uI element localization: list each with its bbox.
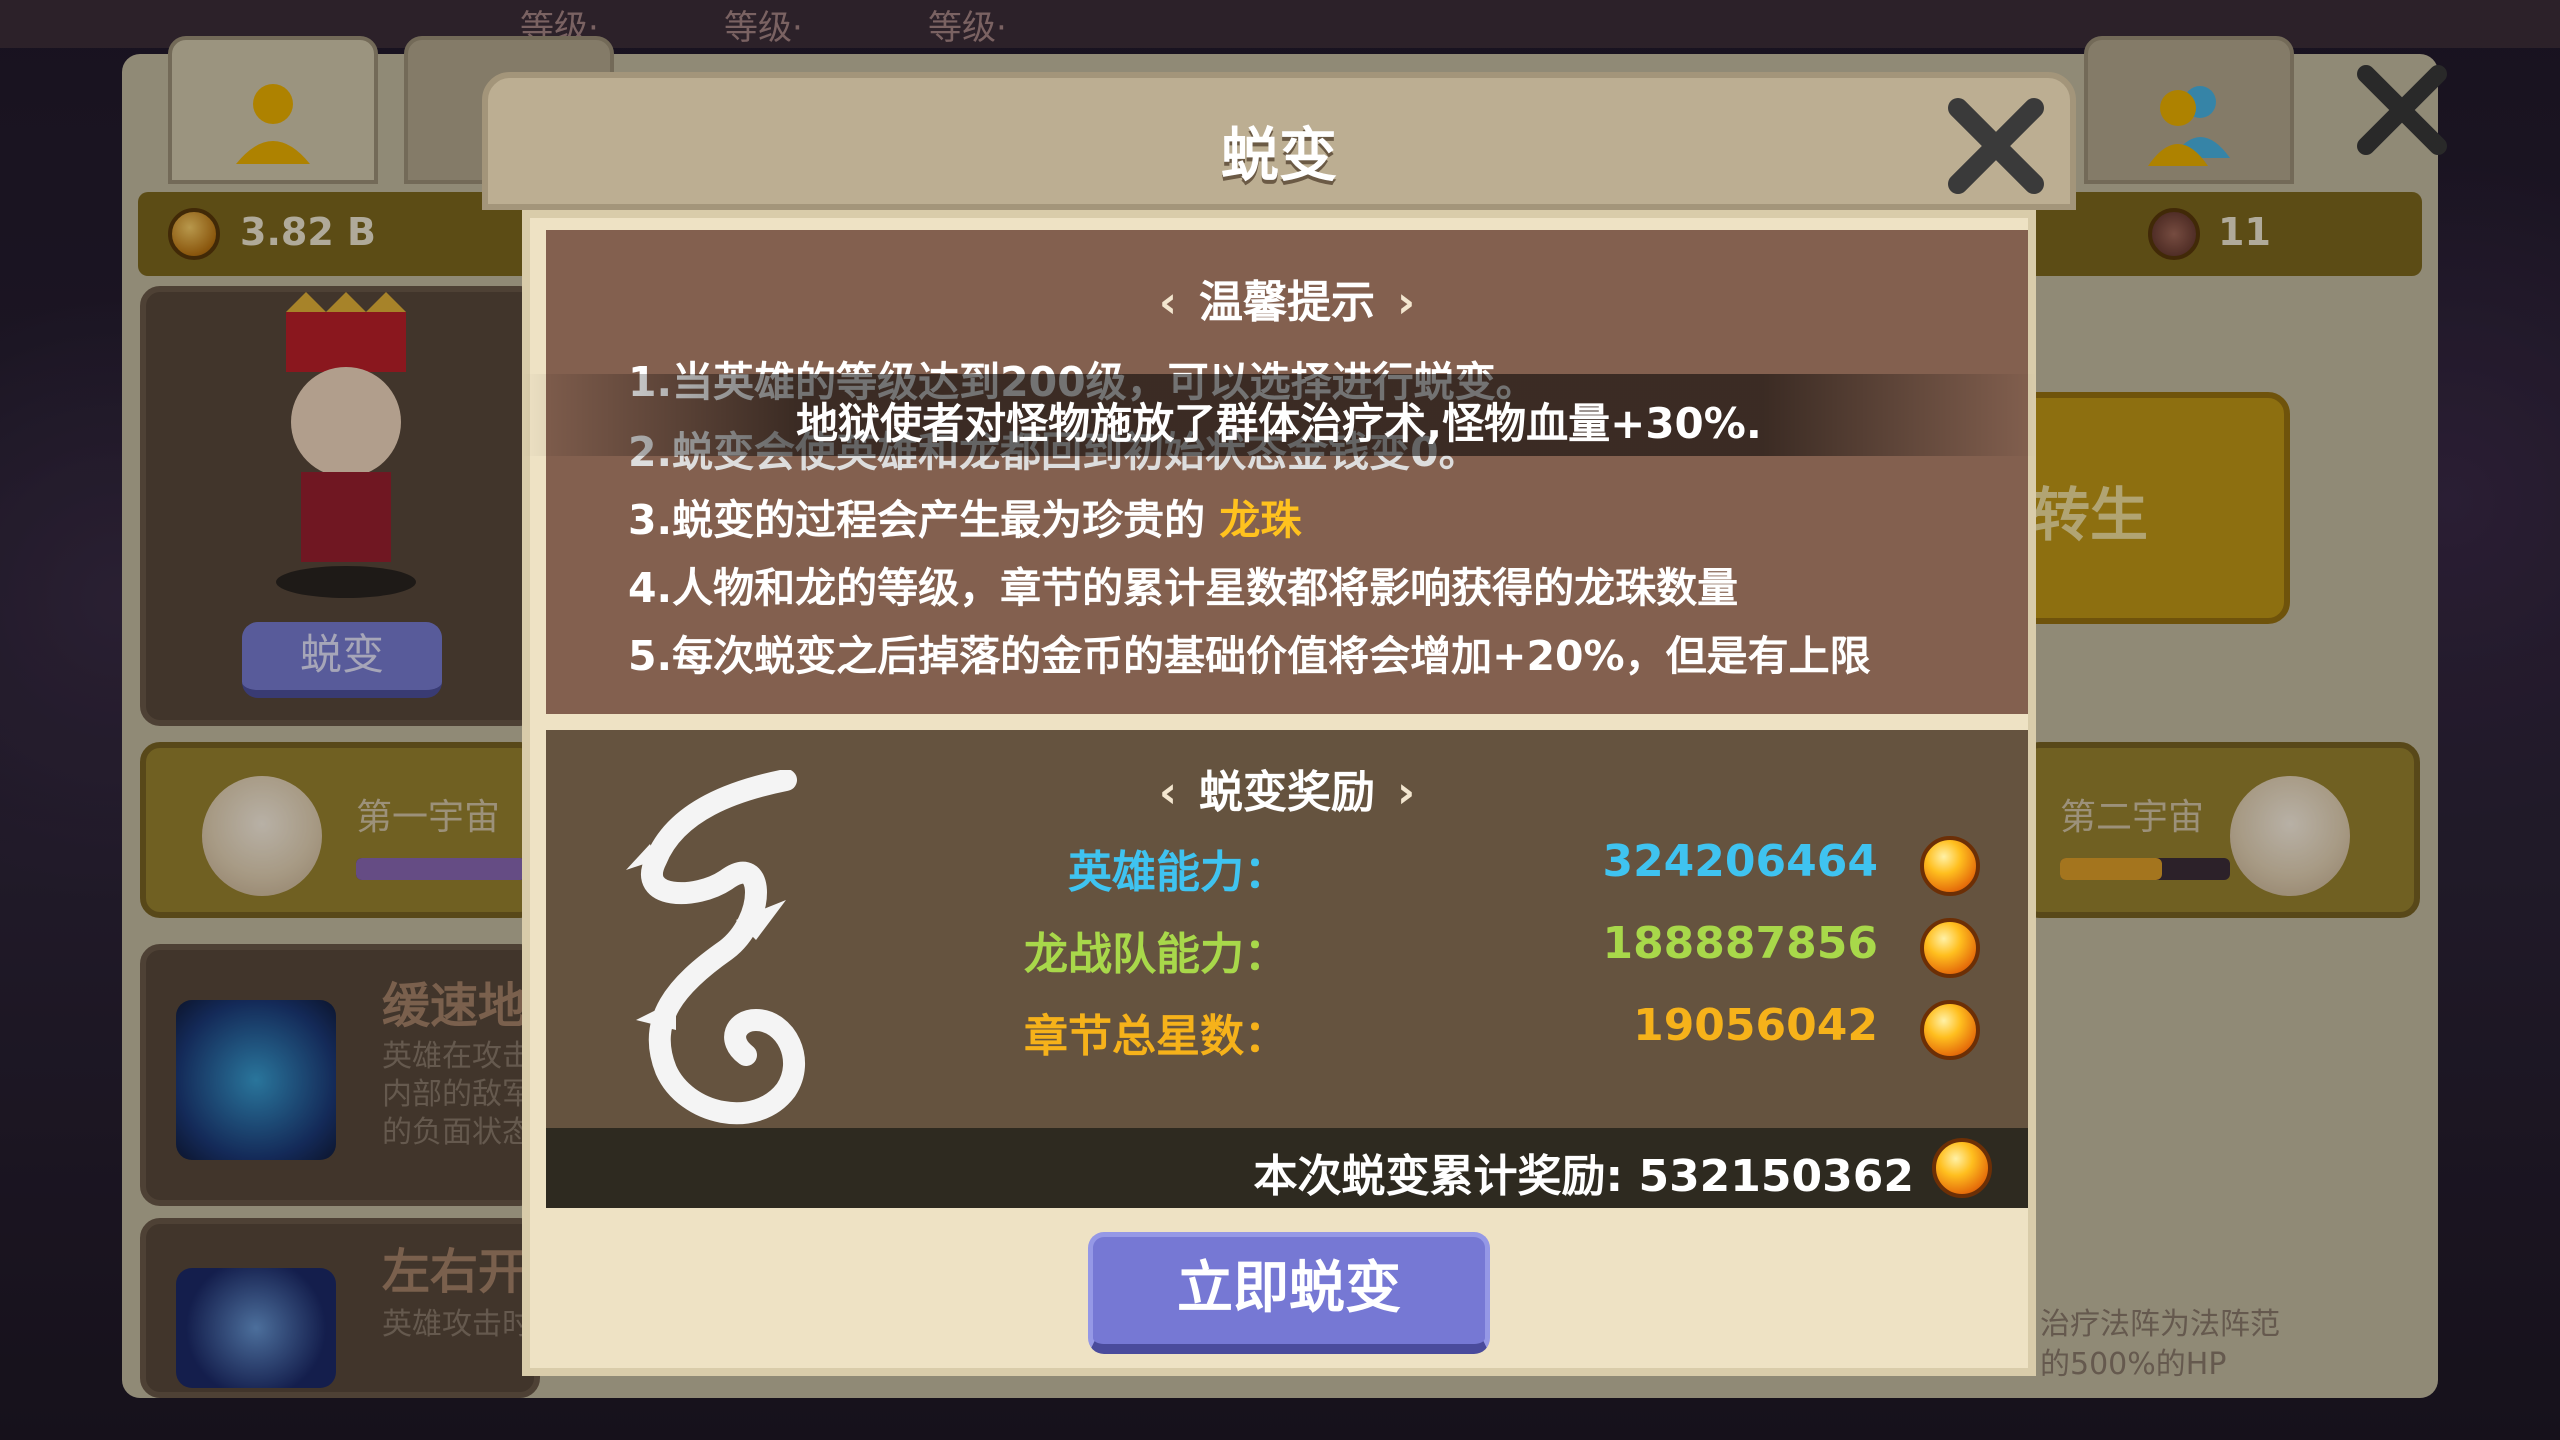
reward-row-hero: 英雄能力： 324206464 <box>546 836 2028 906</box>
reward-label: 章节总星数： <box>1024 1011 1288 1062</box>
rewards-heading-label: 蜕变奖励 <box>1199 767 1375 818</box>
dragon-ball-highlight: 龙珠 <box>1219 496 1302 544</box>
reward-value: 19056042 <box>1633 1000 1878 1051</box>
total-reward-label: 本次蜕变累计奖励: <box>1253 1151 1624 1202</box>
evolve-dialog: 蜕变 ‹温馨提示› 1.当英雄的等级达到200级，可以选择进行蜕变。 2.蜕变会… <box>482 72 2076 1376</box>
reward-value: 188887856 <box>1602 918 1878 969</box>
rewards-panel: ‹ 蜕变奖励 › 英雄能力： 324206464 龙战队能力： 188887856 … <box>546 730 2028 1208</box>
chevron-right-icon: › <box>1397 767 1416 818</box>
tip-line-4: 4.人物和龙的等级，章节的累计星数都将影响获得的龙珠数量 <box>628 564 1739 612</box>
tips-heading: ‹ 温馨提示 › <box>546 266 2028 330</box>
tips-heading-label: 温馨提示 <box>1199 277 1375 328</box>
chevron-right-icon: › <box>1397 277 1416 328</box>
toast-message: 地狱使者对怪物施放了群体治疗术,怪物血量+30%. <box>796 399 1762 448</box>
dialog-title: 蜕变 <box>1220 121 1337 189</box>
tip-line-5: 5.每次蜕变之后掉落的金币的基础价值将会增加+20%，但是有上限 <box>628 632 1871 680</box>
reward-row-stars: 章节总星数： 19056042 <box>546 1000 2028 1070</box>
chevron-left-icon: ‹ <box>1158 277 1177 328</box>
reward-label: 英雄能力： <box>1068 847 1288 898</box>
chevron-left-icon: ‹ <box>1158 767 1177 818</box>
reward-row-dragon: 龙战队能力： 188887856 <box>546 918 2028 988</box>
tips-panel: ‹温馨提示› 1.当英雄的等级达到200级，可以选择进行蜕变。 2.蜕变会使英雄… <box>546 230 2028 714</box>
close-icon[interactable] <box>1946 96 2046 196</box>
dragon-ball-icon <box>1932 1138 1992 1198</box>
dragon-ball-icon <box>1920 836 1980 896</box>
evolve-now-button[interactable]: 立即蜕变 <box>1088 1232 1490 1354</box>
total-reward: 本次蜕变累计奖励: 532150362 <box>1254 1140 1914 1204</box>
combat-toast: 地狱使者对怪物施放了群体治疗术,怪物血量+30%. <box>522 374 2036 456</box>
tip-line-3-text: 3.蜕变的过程会产生最为珍贵的 <box>628 496 1206 544</box>
total-reward-bar: 本次蜕变累计奖励: 532150362 <box>546 1128 2028 1208</box>
dragon-ball-icon <box>1920 1000 1980 1060</box>
dialog-header: 蜕变 <box>482 72 2076 210</box>
reward-label: 龙战队能力： <box>1024 929 1288 980</box>
reward-value: 324206464 <box>1602 836 1878 887</box>
tip-line-3: 3.蜕变的过程会产生最为珍贵的 龙珠 <box>628 486 1301 546</box>
total-reward-value: 532150362 <box>1638 1151 1914 1202</box>
dragon-ball-icon <box>1920 918 1980 978</box>
